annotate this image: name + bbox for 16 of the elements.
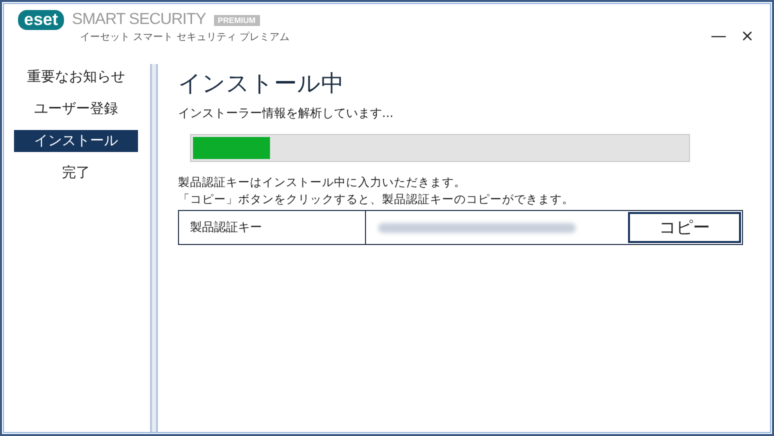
minimize-button[interactable]: — bbox=[708, 26, 729, 45]
sidebar-item[interactable]: ユーザー登録 bbox=[14, 98, 138, 120]
page-title: インストール中 bbox=[178, 70, 345, 99]
product-name: SMART SECURITY bbox=[72, 11, 206, 29]
sidebar-item[interactable]: 重要なお知らせ bbox=[14, 66, 138, 88]
sidebar-item[interactable]: 完了 bbox=[14, 162, 138, 184]
product-subtitle: イーセット スマート セキュリティ プレミアム bbox=[80, 30, 290, 44]
edition-label: PREMIUM bbox=[214, 14, 260, 26]
note-text: 「コピー」ボタンをクリックすると、製品認証キーのコピーができます。 bbox=[178, 191, 575, 208]
sidebar-item[interactable]: インストール bbox=[14, 130, 138, 152]
copy-button[interactable]: コピー bbox=[628, 212, 741, 243]
key-label: 製品認証キー bbox=[190, 219, 262, 236]
logo: eset bbox=[18, 10, 64, 30]
close-button[interactable]: × bbox=[738, 26, 756, 45]
note-text: 製品認証キーはインストール中に入力いただきます。 bbox=[178, 174, 467, 191]
status-text: インストーラー情報を解析しています... bbox=[178, 105, 394, 122]
